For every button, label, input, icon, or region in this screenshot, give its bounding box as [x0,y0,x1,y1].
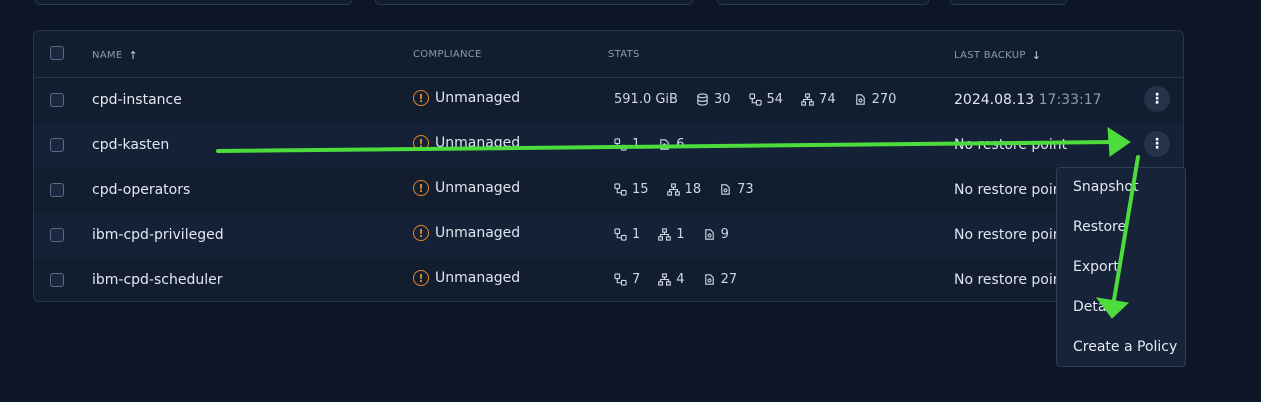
stat-configs: 9 [703,227,729,242]
last-backup: No restore point [954,137,1068,153]
stat-workloads: 15 [614,182,649,197]
network-icon [658,273,672,286]
menu-item-create-policy[interactable]: Create a Policy [1073,339,1177,355]
column-header-name[interactable]: NAME ↑ [92,49,138,62]
menu-item-snapshot[interactable]: Snapshot [1073,179,1138,195]
config-file-icon [721,184,730,195]
config-file-icon [704,274,714,285]
app-name[interactable]: ibm-cpd-privileged [92,227,224,243]
menu-item-restore[interactable]: Restore [1073,219,1126,235]
compliance-status: ! Unmanaged [413,90,520,106]
warning-icon: ! [413,135,429,151]
stat-configs: 270 [854,92,896,107]
network-icon [666,183,680,196]
column-header-compliance: COMPLIANCE [413,49,482,60]
filter-input-remnant[interactable] [950,0,1067,5]
workload-icon [614,138,627,151]
app-name[interactable]: cpd-instance [92,92,182,108]
row-checkbox[interactable] [50,183,64,197]
row-checkbox[interactable] [50,93,64,107]
column-header-last-backup[interactable]: LAST BACKUP ↓ [954,49,1041,62]
stat-workloads: 1 [614,227,640,242]
last-backup: No restore point [954,272,1068,288]
stat-services: 1 [658,227,685,242]
filter-input-remnant[interactable] [375,0,693,5]
compliance-status: ! Unmanaged [413,225,520,241]
warning-icon: ! [413,270,429,286]
row-checkbox[interactable] [50,273,64,287]
stat-configs: 73 [719,182,754,197]
table-row[interactable]: ibm-cpd-scheduler ! Unmanaged 7 4 27 No … [34,258,1183,303]
table-row[interactable]: cpd-operators ! Unmanaged 15 18 73 No re… [34,168,1183,213]
column-header-stats: STATS [608,49,640,60]
network-icon [658,228,672,241]
config-file-icon [660,139,670,150]
row-checkbox[interactable] [50,228,64,242]
stats-cell: 1 6 [614,137,685,152]
sort-descending-icon: ↓ [1031,49,1042,62]
stat-services: 4 [658,272,685,287]
stat-volumes: 30 [696,92,731,107]
stat-services: 74 [801,92,836,107]
row-actions-button[interactable]: ⋮ [1144,86,1170,112]
stat-configs: 6 [658,137,685,152]
filter-input-remnant[interactable] [717,0,929,5]
stat-services: 18 [666,182,701,197]
last-backup: No restore point [954,182,1068,198]
row-actions-button[interactable]: ⋮ [1144,131,1170,157]
stat-workloads: 1 [614,137,640,152]
config-file-icon [704,229,714,240]
stat-workloads: 54 [748,92,783,107]
row-checkbox[interactable] [50,138,64,152]
table-row[interactable]: ibm-cpd-privileged ! Unmanaged 1 1 9 No … [34,213,1183,258]
config-file-icon [855,94,865,105]
row-actions-menu: Snapshot Restore Export Details Create a… [1056,167,1186,367]
app-name[interactable]: cpd-kasten [92,137,169,153]
workload-icon [614,228,627,241]
stats-cell: 1 1 9 [614,227,729,242]
compliance-status: ! Unmanaged [413,180,520,196]
compliance-status: ! Unmanaged [413,135,520,151]
workload-icon [614,273,627,286]
filter-bar-remnant [0,0,1261,6]
table-row[interactable]: cpd-instance ! Unmanaged 591.0 GiB 30 54… [34,78,1183,123]
workload-icon [614,183,627,196]
last-backup: 2024.08.13 17:33:17 [954,92,1102,108]
stat-configs: 27 [703,272,737,287]
menu-item-export[interactable]: Export [1073,259,1119,275]
compliance-status: ! Unmanaged [413,270,520,286]
table-row[interactable]: cpd-kasten ! Unmanaged 1 6 No restore po… [34,123,1183,168]
select-all-checkbox[interactable] [50,46,64,60]
menu-item-details[interactable]: Details [1073,299,1122,315]
workload-icon [748,93,762,106]
warning-icon: ! [413,180,429,196]
network-icon [801,93,814,106]
filter-input-remnant[interactable] [35,0,352,5]
warning-icon: ! [413,225,429,241]
database-icon [697,93,708,106]
app-name[interactable]: ibm-cpd-scheduler [92,272,222,288]
last-backup: No restore point [954,227,1068,243]
stat-size: 591.0 GiB [614,92,678,107]
applications-table: NAME ↑ COMPLIANCE STATS LAST BACKUP ↓ cpd-… [33,30,1184,302]
stats-cell: 15 18 73 [614,182,754,197]
stat-workloads: 7 [614,272,640,287]
stats-cell: 591.0 GiB 30 54 74 270 [614,92,896,107]
sort-ascending-icon: ↑ [128,49,138,62]
stats-cell: 7 4 27 [614,272,737,287]
app-name[interactable]: cpd-operators [92,182,190,198]
warning-icon: ! [413,90,429,106]
table-header: NAME ↑ COMPLIANCE STATS LAST BACKUP ↓ [34,31,1183,78]
